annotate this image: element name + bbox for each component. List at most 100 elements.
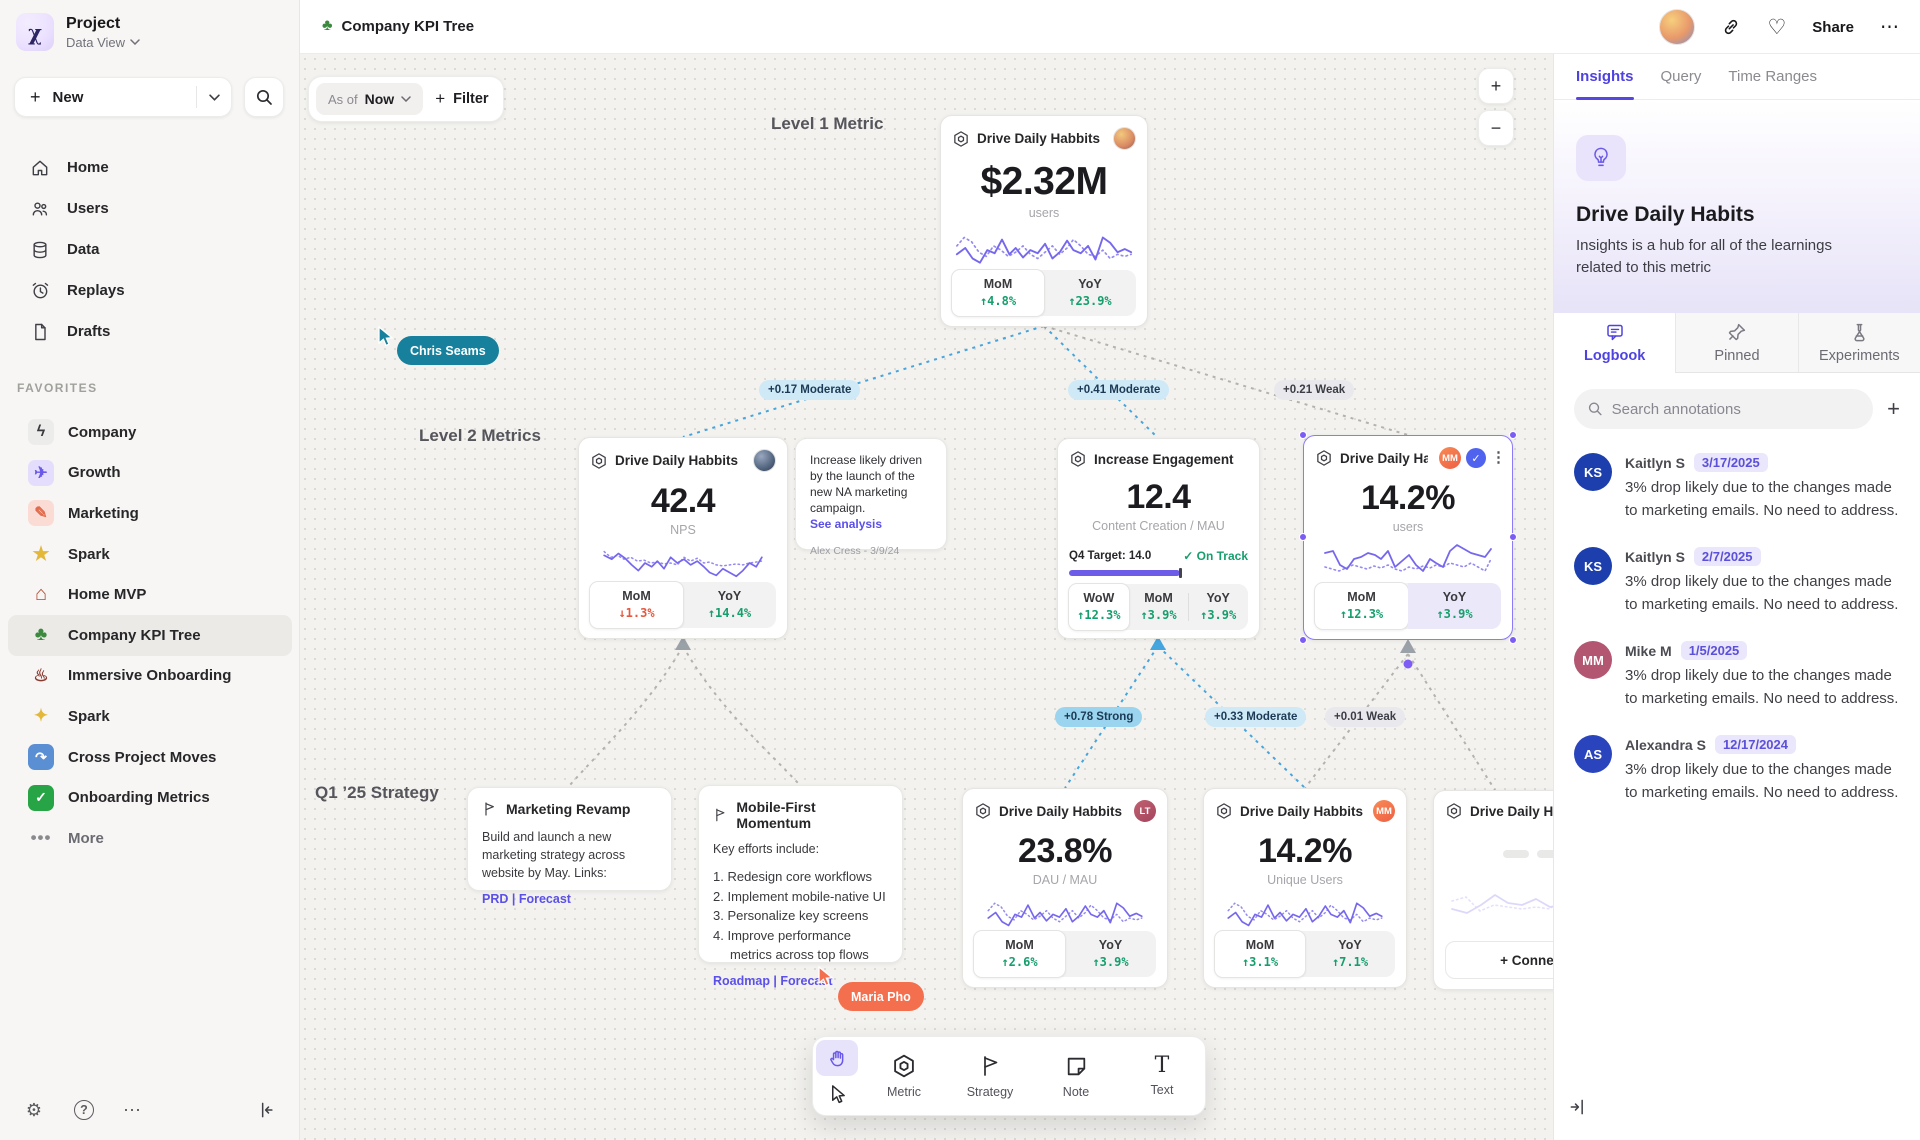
sidebar-item-immersive-onboarding[interactable]: ♨Immersive Onboarding [8,656,292,697]
stat-mom[interactable]: MoM ↓1.3% [589,581,684,629]
sidebar-item-spark-2[interactable]: ✦Spark [8,696,292,737]
owner-avatar[interactable] [753,449,776,472]
home-icon [30,158,50,178]
menu-dots-icon[interactable]: ⋯ [1880,16,1900,39]
subtab-logbook[interactable]: Logbook [1554,313,1675,373]
strategy-note-marketing[interactable]: Marketing Revamp Build and launch a new … [467,787,672,891]
metric-value: 14.2% [1315,479,1501,518]
metric-hexagon-icon [891,1053,917,1079]
sidebar-item-company-kpi-tree[interactable]: ♣Company KPI Tree [8,615,292,656]
prd-forecast-links[interactable]: PRD | Forecast [482,892,657,906]
stat-yoy[interactable]: YoY ↑14.4% [683,582,776,628]
kpi-tree-canvas[interactable]: As of Now + Filter + − Level 1 Metric Le… [300,54,1553,1140]
analysis-note[interactable]: Increase likely driven by the launch of … [795,438,947,550]
note-tool-button[interactable]: Note [1033,1037,1119,1115]
selection-handle[interactable] [1299,636,1307,644]
stat-wow[interactable]: WoW ↑12.3% [1068,583,1130,631]
sidebar-item-growth[interactable]: ✈Growth [8,453,292,494]
kebab-menu-icon[interactable]: ⋮ [1491,455,1501,461]
selection-handle[interactable] [1509,533,1517,541]
annotation-item[interactable]: MM Mike M 1/5/2025 3% drop likely due to… [1574,641,1900,710]
sidebar-item-more[interactable]: •••More [8,818,292,859]
sidebar-item-marketing[interactable]: ✎Marketing [8,493,292,534]
sidebar: χ Project Data View + New Home Users Dat… [0,0,300,1140]
owner-avatar[interactable] [1113,127,1136,150]
stat-mom[interactable]: MoM ↑3.9% [1129,584,1189,630]
tab-query[interactable]: Query [1661,54,1702,99]
sidebar-item-replays[interactable]: Replays [0,270,300,311]
annotation-item[interactable]: KS Kaitlyn S 3/17/2025 3% drop likely du… [1574,453,1900,522]
metric-tool-button[interactable]: Metric [861,1037,947,1115]
tab-insights[interactable]: Insights [1576,54,1634,99]
selection-handle[interactable] [1299,431,1307,439]
selection-handle[interactable] [1509,636,1517,644]
annotation-search-input[interactable] [1612,401,1860,418]
annotation-date-badge: 3/17/2025 [1694,453,1768,472]
zoom-in-button[interactable]: + [1478,68,1514,104]
add-annotation-button[interactable]: + [1887,396,1900,422]
settings-gear-icon[interactable]: ⚙ [20,1096,48,1124]
new-dropdown-button[interactable] [197,94,231,101]
sidebar-item-home-mvp[interactable]: ⌂Home MVP [8,574,292,615]
hand-tool-button[interactable] [816,1040,858,1076]
text-tool-button[interactable]: T Text [1119,1037,1205,1115]
collapse-panel-icon[interactable] [1568,1097,1588,1122]
metric-card-nps[interactable]: Drive Daily Habbits 42.4 NPS MoM ↓1.3% Y… [578,437,788,639]
new-button[interactable]: + New [14,77,232,117]
metric-card-engagement[interactable]: Increase Engagement 12.4 Content Creatio… [1057,438,1260,639]
strategy-tool-button[interactable]: Strategy [947,1037,1033,1115]
more-options-icon[interactable]: ⋯ [118,1096,146,1124]
stat-mom[interactable]: MoM ↑4.8% [951,269,1045,317]
stat-yoy[interactable]: YoY ↑3.9% [1408,583,1501,629]
stat-yoy[interactable]: YoY ↑3.9% [1065,931,1156,977]
sidebar-item-drafts[interactable]: Drafts [0,311,300,352]
zoom-out-button[interactable]: − [1478,110,1514,146]
copy-link-icon[interactable] [1721,17,1741,37]
filter-button[interactable]: + Filter [435,89,488,109]
annotation-item[interactable]: AS Alexandra S 12/17/2024 3% drop likely… [1574,735,1900,804]
sidebar-item-data[interactable]: Data [0,229,300,270]
sidebar-item-spark[interactable]: ★Spark [8,534,292,575]
sidebar-item-onboarding-metrics[interactable]: ✓Onboarding Metrics [8,777,292,818]
stat-yoy[interactable]: YoY ↑7.1% [1305,931,1395,977]
metric-card-dau[interactable]: Drive Daily Habbits LT 23.8% DAU / MAU M… [962,788,1168,988]
collaborator-badge: MM [1439,447,1461,469]
metric-card-unique-users[interactable]: Drive Daily Habbits MM 14.2% Unique User… [1203,788,1407,988]
selection-handle[interactable] [1509,431,1517,439]
see-analysis-link[interactable]: See analysis [810,516,932,532]
sidebar-item-home[interactable]: Home [0,147,300,188]
stat-yoy[interactable]: YoY ↑3.9% [1188,584,1248,630]
annotation-item[interactable]: KS Kaitlyn S 2/7/2025 3% drop likely due… [1574,547,1900,616]
sidebar-item-users[interactable]: Users [0,188,300,229]
metric-hexagon-icon [952,130,970,148]
subtab-experiments[interactable]: Experiments [1798,313,1920,373]
stat-mom[interactable]: MoM ↑12.3% [1314,582,1409,630]
metric-card-selected[interactable]: Drive Daily Habb.. MM ✓ ⋮ 14.2% users Mo… [1303,435,1513,640]
collapse-sidebar-icon[interactable] [252,1096,280,1124]
sidebar-item-cross-project-moves[interactable]: ↷Cross Project Moves [8,737,292,778]
connect-button[interactable]: + Connect [1445,941,1553,979]
select-tool-button[interactable] [816,1076,858,1112]
selection-handle[interactable] [1299,533,1307,541]
help-icon[interactable]: ? [70,1096,98,1124]
subtab-pinned[interactable]: Pinned [1675,313,1797,373]
annotation-text: 3% drop likely due to the changes made t… [1625,758,1907,804]
favorite-heart-icon[interactable]: ♡ [1767,15,1786,40]
asof-dropdown[interactable]: As of Now [316,83,423,115]
project-view-switcher[interactable]: Data View [66,35,140,50]
tab-time-ranges[interactable]: Time Ranges [1728,54,1817,99]
edge-label: +0.01 Weak [1325,707,1405,727]
stat-mom[interactable]: MoM ↑3.1% [1214,930,1306,978]
stat-yoy[interactable]: YoY ↑23.9% [1044,270,1136,316]
stat-mom[interactable]: MoM ↑2.6% [973,930,1066,978]
share-button[interactable]: Share [1812,19,1854,36]
search-button[interactable] [244,77,284,117]
app-logo-icon[interactable]: χ [16,13,54,51]
metric-value: 42.4 [590,482,776,521]
annotation-search[interactable] [1574,389,1873,429]
sidebar-item-company[interactable]: ϟCompany [8,412,292,453]
metric-card-level1[interactable]: Drive Daily Habbits $2.32M users MoM ↑4.… [940,115,1148,327]
metric-card-empty[interactable]: Drive Daily Hab + Connect [1433,790,1553,990]
user-avatar[interactable] [1659,9,1695,45]
strategy-note-mobile[interactable]: Mobile-First Momentum Key efforts includ… [698,785,903,963]
